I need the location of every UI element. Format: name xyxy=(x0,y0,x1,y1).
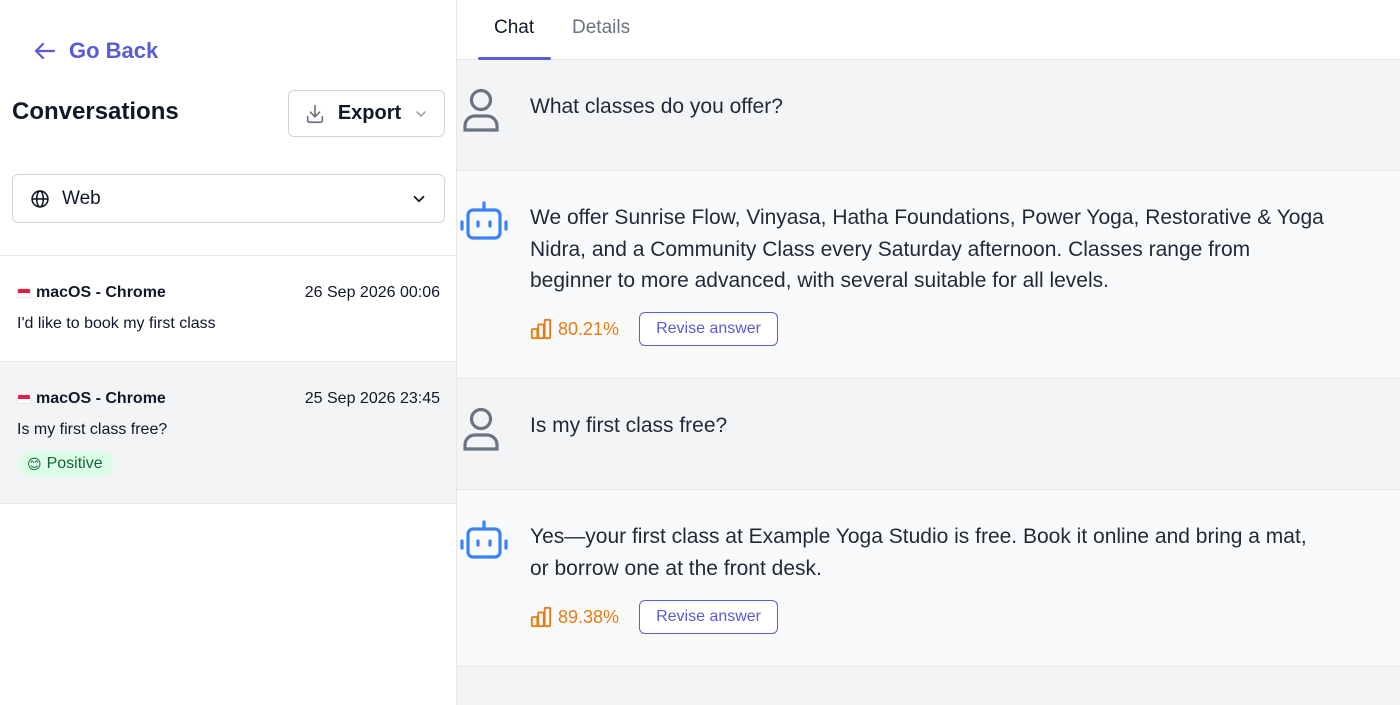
revise-answer-button[interactable]: Revise answer xyxy=(639,600,778,634)
export-label: Export xyxy=(337,102,402,124)
user-icon xyxy=(463,88,499,132)
answer-meta: 89.38% Revise answer xyxy=(530,600,778,634)
export-button[interactable]: Export xyxy=(288,90,445,137)
robot-icon xyxy=(460,520,508,559)
confidence-score: 89.38% xyxy=(530,606,619,628)
answer-meta: 80.21% Revise answer xyxy=(530,312,778,346)
conversation-item-selected[interactable]: macOS - Chrome 25 Sep 2026 23:45 Is my f… xyxy=(0,362,456,504)
globe-icon xyxy=(31,189,49,208)
channel-select[interactable]: Web xyxy=(12,174,445,223)
sentiment-badge: 😊 Positive xyxy=(18,450,114,478)
conversation-timestamp: 26 Sep 2026 00:06 xyxy=(304,284,440,301)
arrow-left-icon xyxy=(34,42,56,60)
conversation-preview: Is my first class free? xyxy=(17,421,168,438)
conversation-device: macOS - Chrome xyxy=(17,390,166,408)
device-label: macOS - Chrome xyxy=(36,390,166,407)
conversation-preview: I'd like to book my first class xyxy=(17,315,216,332)
user-message: Is my first class free? xyxy=(457,379,1400,490)
tab-bar: Chat Details xyxy=(457,0,1400,60)
page-title: Conversations xyxy=(12,98,179,125)
score-value: 89.38% xyxy=(558,606,620,627)
message-text: Is my first class free? xyxy=(530,414,728,437)
robot-icon xyxy=(460,201,508,240)
smile-icon: 😊 xyxy=(27,455,42,472)
revise-answer-button[interactable]: Revise answer xyxy=(639,312,778,346)
bar-chart-icon xyxy=(530,606,552,628)
message-text: We offer Sunrise Flow, Vinyasa, Hatha Fo… xyxy=(530,206,1324,292)
conversation-timestamp: 25 Sep 2026 23:45 xyxy=(304,390,440,407)
channel-select-value: Web xyxy=(62,187,101,209)
flag-icon xyxy=(17,394,31,404)
confidence-score: 80.21% xyxy=(530,318,619,340)
sentiment-label: Positive xyxy=(46,455,103,472)
bar-chart-icon xyxy=(530,318,552,340)
chevron-down-icon xyxy=(416,110,426,117)
flag-icon xyxy=(17,288,31,298)
conversation-list: macOS - Chrome 26 Sep 2026 00:06 I'd lik… xyxy=(0,255,456,504)
conversation-device: macOS - Chrome xyxy=(17,284,166,302)
conversation-item[interactable]: macOS - Chrome 26 Sep 2026 00:06 I'd lik… xyxy=(0,256,456,362)
conversations-sidebar: Go Back Conversations Export Web macOS -… xyxy=(0,0,457,705)
chevron-down-icon xyxy=(413,195,425,202)
download-icon xyxy=(306,104,323,123)
message-text: Yes—your first class at Example Yoga Stu… xyxy=(530,525,1307,580)
go-back-link[interactable]: Go Back xyxy=(33,38,158,64)
score-value: 80.21% xyxy=(558,318,620,339)
device-label: macOS - Chrome xyxy=(36,284,166,301)
user-icon xyxy=(463,407,499,451)
bot-message: We offer Sunrise Flow, Vinyasa, Hatha Fo… xyxy=(457,171,1400,379)
bot-message: Yes—your first class at Example Yoga Stu… xyxy=(457,490,1400,667)
tab-chat[interactable]: Chat xyxy=(494,17,534,39)
tab-details[interactable]: Details xyxy=(572,17,630,39)
chat-panel: Chat Details What classes do you offer? … xyxy=(457,0,1400,705)
go-back-label: Go Back xyxy=(69,38,159,63)
user-message: What classes do you offer? xyxy=(457,60,1400,171)
message-text: What classes do you offer? xyxy=(530,95,783,118)
